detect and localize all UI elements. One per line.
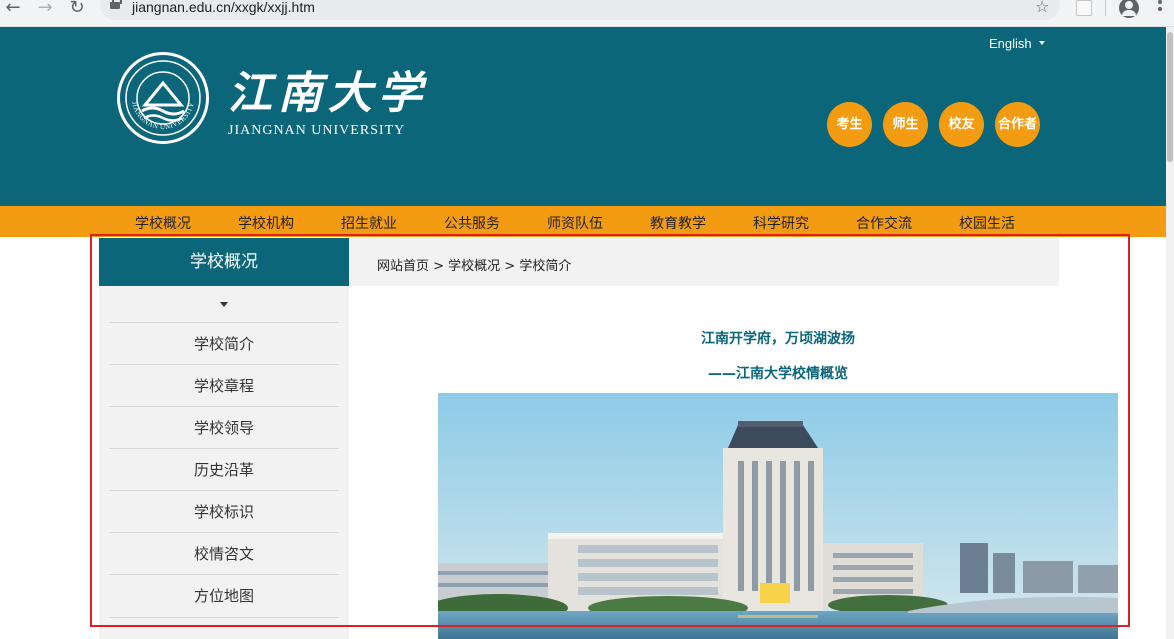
nav-item-cooperation[interactable]: 合作交流 xyxy=(856,213,912,233)
toolbar-divider xyxy=(1105,0,1106,16)
quick-link-alumni[interactable]: 校友 xyxy=(939,102,984,147)
nav-item-faculty[interactable]: 师资队伍 xyxy=(547,213,603,233)
quick-link-partners[interactable]: 合作者 xyxy=(995,102,1040,147)
browser-toolbar: ← → ↻ jiangnan.edu.cn/xxgk/xxjj.htm ☆ xyxy=(0,0,1174,27)
lock-icon xyxy=(110,0,122,9)
campus-building-photo xyxy=(438,393,1118,639)
sidebar-item-report[interactable]: 校情咨文 xyxy=(109,532,339,575)
quick-link-faculty-students[interactable]: 师生 xyxy=(883,102,928,147)
caret-down-icon[interactable] xyxy=(1039,41,1045,45)
nav-item-public-services[interactable]: 公共服务 xyxy=(444,213,500,233)
menu-dots-icon[interactable] xyxy=(1158,0,1162,14)
address-bar[interactable]: jiangnan.edu.cn/xxgk/xxjj.htm ☆ xyxy=(100,0,1060,20)
back-arrow-icon[interactable]: ← xyxy=(2,0,24,20)
sidebar-toggle[interactable] xyxy=(99,302,349,312)
reload-icon[interactable]: ↻ xyxy=(66,0,88,20)
star-icon[interactable]: ☆ xyxy=(1035,0,1049,16)
sidebar-item-map[interactable]: 方位地图 xyxy=(109,574,339,618)
sidebar-item-introduction[interactable]: 学校简介 xyxy=(109,322,339,365)
nav-item-organization[interactable]: 学校机构 xyxy=(238,213,294,233)
logo-english-name[interactable]: JIANGNAN UNIVERSITY xyxy=(228,123,405,139)
logo-chinese-name[interactable]: 江南大学 xyxy=(228,57,428,121)
sidebar-title: 学校概况 xyxy=(99,238,349,286)
profile-avatar-icon[interactable] xyxy=(1119,0,1139,18)
site-header: JIANGNAN UNIVERSITY 江南大学 JIANGNAN UNIVER… xyxy=(0,27,1166,206)
nav-item-overview[interactable]: 学校概况 xyxy=(135,213,191,233)
extension-icon[interactable] xyxy=(1076,0,1092,16)
breadcrumb-text[interactable]: 网站首页 > 学校概况 > 学校简介 xyxy=(377,255,571,274)
quick-link-applicants[interactable]: 考生 xyxy=(827,102,872,147)
article-subtitle: ——江南大学校情概览 xyxy=(708,366,848,382)
article-title: 江南开学府，万顷湖波扬 xyxy=(701,331,855,347)
breadcrumb: 网站首页 > 学校概况 > 学校简介 xyxy=(349,238,1059,286)
scrollbar-thumb[interactable] xyxy=(1167,32,1173,162)
sidebar-item-leadership[interactable]: 学校领导 xyxy=(109,406,339,449)
language-switch[interactable]: English xyxy=(989,36,1032,51)
sidebar-item-history[interactable]: 历史沿革 xyxy=(109,448,339,491)
main-nav: 学校概况 学校机构 招生就业 公共服务 师资队伍 教育教学 科学研究 合作交流 … xyxy=(0,206,1166,237)
caret-down-icon[interactable] xyxy=(220,302,228,307)
university-seal-logo[interactable]: JIANGNAN UNIVERSITY xyxy=(117,52,209,144)
sidebar: 学校简介 学校章程 学校领导 历史沿革 学校标识 校情咨文 方位地图 xyxy=(99,286,349,639)
nav-item-campus-life[interactable]: 校园生活 xyxy=(959,213,1015,233)
nav-item-research[interactable]: 科学研究 xyxy=(753,213,809,233)
page-scrollbar[interactable] xyxy=(1166,27,1174,639)
forward-arrow-icon[interactable]: → xyxy=(34,0,56,20)
sidebar-item-charter[interactable]: 学校章程 xyxy=(109,364,339,407)
nav-item-admissions[interactable]: 招生就业 xyxy=(341,213,397,233)
url-text: jiangnan.edu.cn/xxgk/xxjj.htm xyxy=(132,0,315,15)
nav-item-education[interactable]: 教育教学 xyxy=(650,213,706,233)
sidebar-item-identity[interactable]: 学校标识 xyxy=(109,490,339,533)
